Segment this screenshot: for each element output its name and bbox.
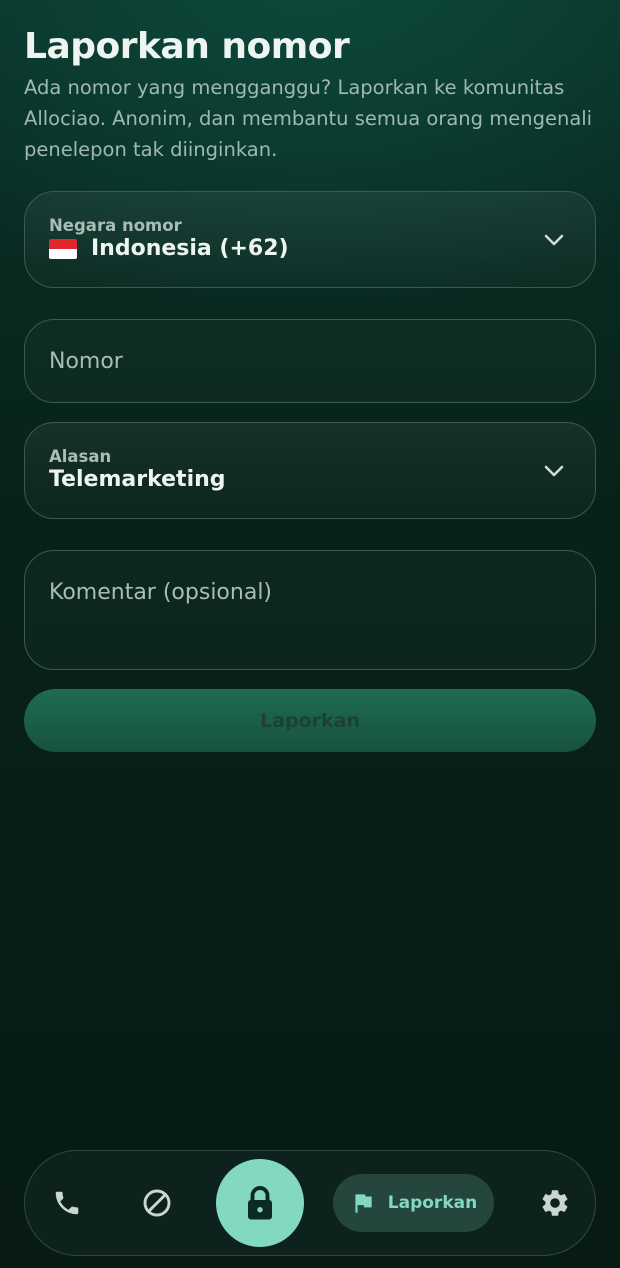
comment-textarea[interactable]: Komentar (opsional) — [24, 550, 596, 670]
reason-select[interactable]: Alasan Telemarketing — [24, 422, 596, 519]
number-input-placeholder: Nomor — [49, 349, 123, 374]
reason-select-label: Alasan — [49, 447, 112, 466]
nav-item-protection[interactable] — [216, 1159, 304, 1247]
country-select-value: Indonesia (+62) — [91, 236, 289, 261]
bottom-nav: Laporkan — [24, 1150, 596, 1256]
comment-textarea-placeholder: Komentar (opsional) — [49, 580, 273, 605]
number-input[interactable]: Nomor — [24, 319, 596, 403]
flag-icon — [355, 1194, 372, 1213]
lock-icon — [248, 1186, 272, 1220]
chevron-down-icon — [544, 465, 564, 476]
nav-item-settings[interactable] — [533, 1181, 577, 1225]
chevron-down-icon — [544, 234, 564, 245]
nav-item-report-label: Laporkan — [387, 1193, 478, 1213]
phone-icon — [55, 1191, 79, 1215]
block-icon — [143, 1189, 171, 1217]
reason-select-value: Telemarketing — [49, 467, 226, 492]
nav-item-blocked[interactable] — [135, 1181, 179, 1225]
country-select[interactable]: Negara nomor Indonesia (+62) — [24, 191, 596, 288]
submit-report-button[interactable]: Laporkan — [24, 689, 596, 752]
page-subtitle: Ada nomor yang mengganggu? Laporkan ke k… — [24, 76, 593, 161]
page-title: Laporkan nomor — [24, 26, 350, 67]
nav-item-report[interactable]: Laporkan — [333, 1174, 494, 1232]
country-select-label: Negara nomor — [49, 216, 182, 235]
indonesia-flag-icon — [49, 238, 77, 259]
nav-item-calls[interactable] — [45, 1181, 89, 1225]
gear-icon — [542, 1190, 568, 1216]
